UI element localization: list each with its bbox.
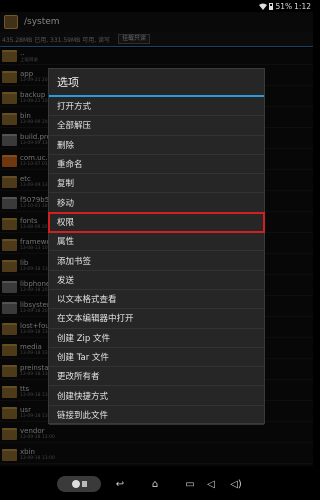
screenshot-pill[interactable]	[57, 476, 101, 492]
options-menu: 打开方式 全部解压 删除 重命名 复制 移动 权限 属性 添加书签 发送 以文本格式查看 在文本编辑器…	[48, 97, 265, 426]
menu-item[interactable]: 打开方式	[49, 97, 264, 117]
menu-item[interactable]: 发送	[49, 271, 264, 290]
menu-item[interactable]: 创建 Zip 文件	[49, 329, 264, 348]
menu-item[interactable]: 删除	[49, 136, 264, 155]
menu-item[interactable]: 全部解压	[49, 116, 264, 136]
battery-icon	[269, 2, 274, 10]
status-bar: 51% 1:12	[0, 0, 313, 12]
menu-item[interactable]: 更改所有者	[49, 367, 264, 387]
menu-item[interactable]: 属性	[49, 232, 264, 252]
menu-item[interactable]: 链接到此文件	[49, 406, 264, 426]
clock: 1:12	[294, 1, 311, 11]
menu-item[interactable]: 添加书签	[49, 251, 264, 271]
speaker-icon	[81, 481, 87, 487]
recent-apps-button[interactable]: ▭	[182, 477, 198, 491]
camera-icon	[71, 480, 80, 488]
navigation-bar: ↩ ⌂ ▭ ◁ ◁)	[0, 468, 313, 500]
menu-item[interactable]: 创建快捷方式	[49, 386, 264, 406]
back-button[interactable]: ↩	[112, 477, 128, 491]
menu-item[interactable]: 移动	[49, 193, 264, 213]
home-button[interactable]: ⌂	[147, 477, 163, 491]
menu-item[interactable]: 创建 Tar 文件	[49, 348, 264, 368]
menu-item[interactable]: 以文本格式查看	[49, 290, 264, 310]
dialog-title: 选项	[57, 76, 79, 89]
menu-item[interactable]: 权限	[48, 211, 265, 234]
menu-item[interactable]: 在文本编辑器中打开	[49, 309, 264, 329]
menu-item[interactable]: 重命名	[49, 155, 264, 175]
status-right: 51% 1:12	[259, 0, 311, 12]
volume-up-button[interactable]: ◁)	[228, 477, 244, 491]
battery-level: 51%	[275, 1, 293, 11]
wifi-icon	[259, 3, 268, 10]
options-dialog: 选项 打开方式 全部解压 删除 重命名 复制 移动 权限 属性 添加书签 发送 以文本格式查看 在文本…	[48, 68, 265, 426]
volume-down-button[interactable]: ◁	[203, 477, 219, 491]
menu-item[interactable]: 复制	[49, 174, 264, 194]
